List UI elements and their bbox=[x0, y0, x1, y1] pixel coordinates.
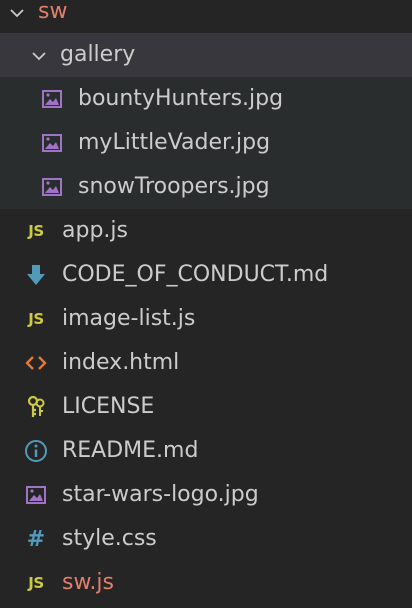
js-badge: JS bbox=[28, 222, 44, 240]
folder-gallery[interactable]: gallery bbox=[0, 33, 412, 77]
file-label: image-list.js bbox=[62, 306, 196, 331]
info-icon bbox=[24, 439, 48, 463]
file-label: myLittleVader.jpg bbox=[78, 130, 271, 155]
image-icon bbox=[40, 175, 64, 199]
file-label: sw.js bbox=[62, 570, 115, 595]
file-label: app.js bbox=[62, 218, 128, 243]
hash-badge: # bbox=[26, 526, 46, 552]
file-item[interactable]: snowTroopers.jpg bbox=[0, 165, 412, 209]
file-item[interactable]: star-wars-logo.jpg bbox=[0, 473, 412, 517]
file-label: style.css bbox=[62, 526, 157, 551]
keys-icon bbox=[24, 395, 48, 419]
js-badge: JS bbox=[28, 574, 44, 592]
chevron-down-icon[interactable] bbox=[30, 46, 48, 64]
image-icon bbox=[40, 131, 64, 155]
download-arrow-icon bbox=[24, 263, 48, 287]
file-item[interactable]: bountyHunters.jpg bbox=[0, 77, 412, 121]
file-item[interactable]: myLittleVader.jpg bbox=[0, 121, 412, 165]
folder-sw[interactable]: sw bbox=[0, 0, 412, 34]
js-badge: JS bbox=[28, 310, 44, 328]
file-item[interactable]: index.html bbox=[0, 341, 412, 385]
folder-label: gallery bbox=[60, 42, 136, 67]
file-label: star-wars-logo.jpg bbox=[62, 482, 259, 507]
file-item[interactable]: JS sw.js bbox=[0, 561, 412, 605]
file-item[interactable]: # style.css bbox=[0, 517, 412, 561]
folder-label: sw bbox=[38, 0, 68, 24]
file-label: snowTroopers.jpg bbox=[78, 174, 270, 199]
file-item[interactable]: README.md bbox=[0, 429, 412, 473]
file-explorer: sw gallery bountyHunters.jpg myLittleVad… bbox=[0, 0, 412, 608]
file-item[interactable]: CODE_OF_CONDUCT.md bbox=[0, 253, 412, 297]
js-icon: JS bbox=[24, 571, 48, 595]
file-item[interactable]: JS image-list.js bbox=[0, 297, 412, 341]
file-item[interactable]: JS app.js bbox=[0, 209, 412, 253]
image-icon bbox=[24, 483, 48, 507]
file-label: CODE_OF_CONDUCT.md bbox=[62, 262, 329, 287]
file-label: index.html bbox=[62, 350, 180, 375]
js-icon: JS bbox=[24, 219, 48, 243]
image-icon bbox=[40, 87, 64, 111]
js-icon: JS bbox=[24, 307, 48, 331]
file-label: README.md bbox=[62, 438, 199, 463]
hash-icon: # bbox=[24, 526, 48, 552]
chevron-down-icon[interactable] bbox=[8, 3, 26, 21]
code-brackets-icon bbox=[24, 351, 48, 375]
file-item[interactable]: LICENSE bbox=[0, 385, 412, 429]
file-label: bountyHunters.jpg bbox=[78, 86, 284, 111]
file-label: LICENSE bbox=[62, 394, 155, 419]
